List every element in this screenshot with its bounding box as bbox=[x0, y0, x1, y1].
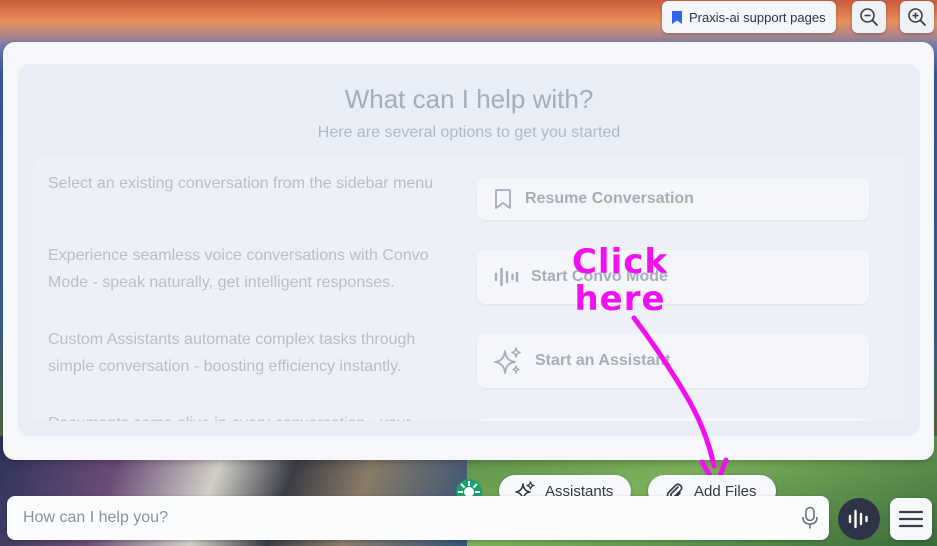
support-pages-button[interactable]: Praxis-ai support pages bbox=[662, 1, 836, 33]
bookmark-icon bbox=[672, 10, 682, 24]
zoom-in-icon bbox=[908, 8, 926, 26]
start-assistant-label: Start an Assistant bbox=[535, 352, 671, 369]
resume-conversation-button[interactable]: Resume Conversation bbox=[477, 178, 869, 220]
support-pages-label: Praxis-ai support pages bbox=[689, 9, 826, 25]
zoom-in-button[interactable] bbox=[900, 1, 934, 33]
click-here-annotation: Click here bbox=[565, 244, 675, 318]
welcome-title: What can I help with? bbox=[344, 84, 594, 114]
resume-conversation-label: Resume Conversation bbox=[525, 190, 694, 207]
option-description-convo: Experience seamless voice conversations … bbox=[48, 247, 429, 291]
welcome-card: What can I help with? Here are several o… bbox=[18, 64, 920, 436]
documents-option-button[interactable] bbox=[477, 418, 869, 421]
options-list[interactable]: Select an existing conversation from the… bbox=[33, 156, 905, 421]
audio-wave-icon bbox=[494, 267, 519, 287]
hamburger-menu-icon bbox=[898, 510, 924, 528]
dictate-button[interactable] bbox=[797, 504, 823, 532]
option-description-resume: Select an existing conversation from the… bbox=[48, 175, 434, 192]
sparkles-icon bbox=[494, 347, 521, 374]
click-here-line2: here bbox=[574, 279, 666, 319]
option-description-documents: Documents come alive in every conversati… bbox=[48, 410, 458, 421]
message-composer bbox=[7, 496, 829, 540]
audio-wave-icon bbox=[848, 509, 868, 529]
voice-mode-button[interactable] bbox=[838, 498, 880, 540]
message-input[interactable] bbox=[7, 496, 787, 540]
start-assistant-button[interactable]: Start an Assistant bbox=[477, 334, 869, 388]
click-here-line1: Click bbox=[571, 242, 669, 282]
welcome-panel: What can I help with? Here are several o… bbox=[3, 42, 934, 460]
menu-button[interactable] bbox=[890, 498, 932, 540]
zoom-out-icon bbox=[860, 8, 878, 26]
option-description-assistant: Custom Assistants automate complex tasks… bbox=[48, 331, 416, 375]
welcome-subtitle: Here are several options to get you star… bbox=[317, 124, 621, 141]
zoom-out-button[interactable] bbox=[852, 1, 886, 33]
microphone-icon bbox=[802, 506, 818, 529]
bookmark-icon bbox=[495, 189, 511, 209]
